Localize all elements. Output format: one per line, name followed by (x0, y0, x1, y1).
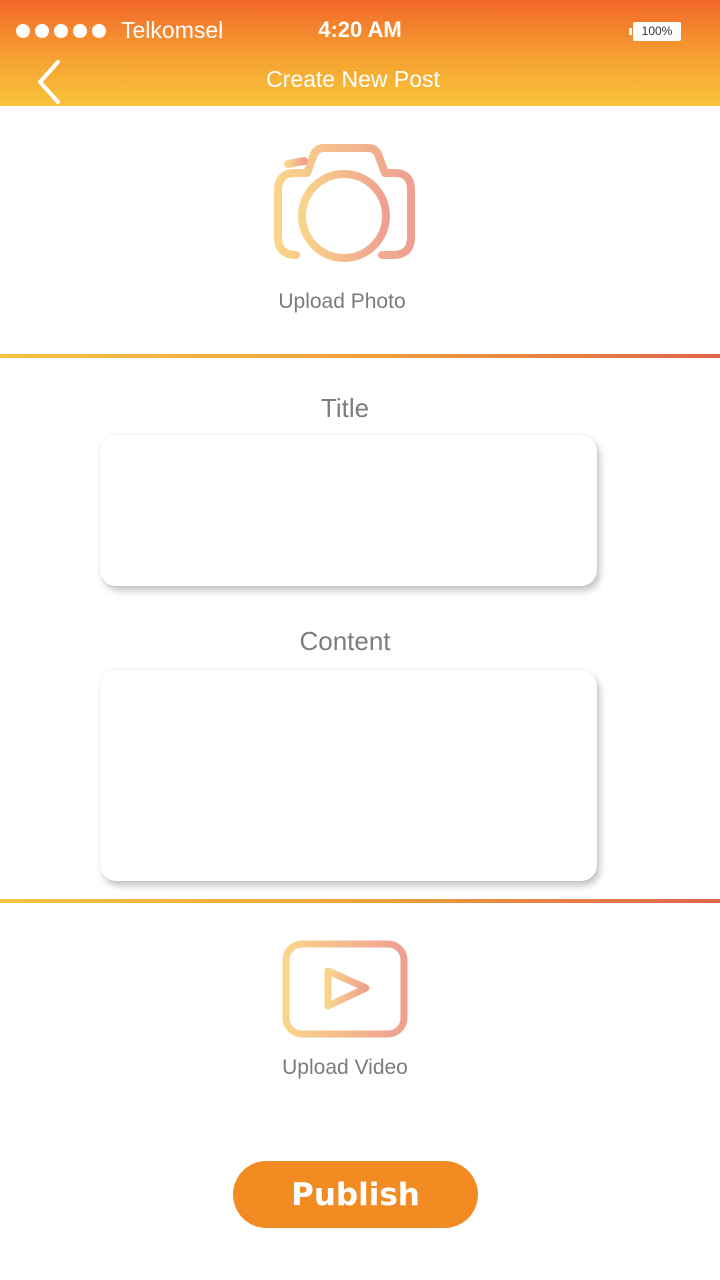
status-time: 4:20 AM (318, 17, 402, 42)
section-divider (0, 354, 720, 358)
title-input[interactable] (100, 435, 597, 586)
upload-photo-button[interactable]: Upload Photo (262, 140, 426, 320)
battery-icon: 100% (629, 22, 681, 41)
publish-button[interactable]: Publish (233, 1161, 478, 1228)
page-title: Create New Post (266, 66, 440, 92)
content-textarea[interactable] (100, 670, 597, 881)
status-bar: Telkomsel 4:20 AM 100% (0, 0, 720, 62)
camera-icon (274, 144, 415, 262)
upload-video-label: Upload Video (282, 1056, 408, 1079)
content-label: Content (299, 626, 391, 656)
section-divider (0, 899, 720, 903)
upload-video-button[interactable]: Upload Video (270, 938, 420, 1088)
video-play-icon (282, 940, 408, 1038)
title-label: Title (320, 393, 370, 423)
upload-photo-label: Upload Photo (278, 290, 406, 313)
app-header: Telkomsel 4:20 AM 100% Create New Post (0, 0, 720, 106)
